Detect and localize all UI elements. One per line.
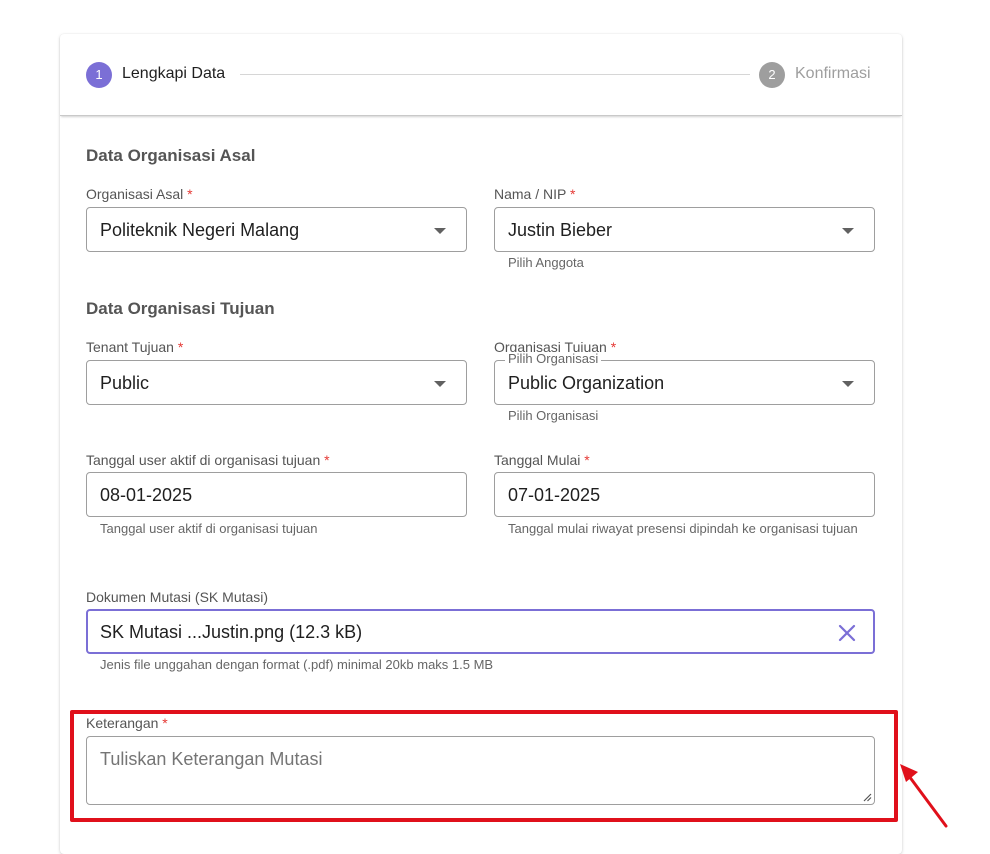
tenant-tujuan-select[interactable]: Public bbox=[86, 360, 467, 405]
origin-section-title: Data Organisasi Asal bbox=[86, 146, 256, 165]
keterangan-label: Keterangan * bbox=[86, 714, 168, 732]
chevron-down-icon[interactable] bbox=[434, 228, 446, 234]
tenant-tujuan-label-text: Tenant Tujuan bbox=[86, 339, 174, 355]
resize-grip-icon[interactable] bbox=[862, 792, 872, 802]
tanggal-mulai-label: Tanggal Mulai * bbox=[494, 451, 590, 469]
nama-nip-hint: Pilih Anggota bbox=[508, 255, 584, 270]
dokumen-hint: Jenis file unggahan dengan format (.pdf)… bbox=[100, 657, 494, 672]
organisasi-tujuan-hint: Pilih Organisasi bbox=[508, 408, 599, 423]
tanggal-aktif-label: Tanggal user aktif di organisasi tujuan … bbox=[86, 451, 330, 469]
tanggal-mulai-value: 07-01-2025 bbox=[508, 485, 601, 505]
stepper-connector bbox=[240, 74, 750, 75]
required-mark: * bbox=[570, 186, 576, 202]
tanggal-mulai-hint: Tanggal mulai riwayat presensi dipindah … bbox=[508, 521, 858, 536]
step-2-label[interactable]: Konfirmasi bbox=[795, 64, 871, 84]
annotation-arrow-icon bbox=[900, 764, 948, 828]
tanggal-aktif-hint: Tanggal user aktif di organisasi tujuan bbox=[100, 521, 318, 536]
close-icon[interactable] bbox=[837, 623, 857, 643]
organisasi-tujuan-value: Public Organization bbox=[508, 373, 665, 393]
tenant-tujuan-label: Tenant Tujuan * bbox=[86, 338, 183, 356]
nama-nip-label: Nama / NIP * bbox=[494, 185, 575, 203]
tanggal-mulai-label-text: Tanggal Mulai bbox=[494, 452, 581, 468]
keterangan-placeholder: Tuliskan Keterangan Mutasi bbox=[100, 749, 323, 769]
mutation-form-card: 1 Lengkapi Data 2 Konfirmasi Data Organi… bbox=[60, 34, 902, 854]
required-mark: * bbox=[610, 339, 617, 355]
step-2-circle[interactable]: 2 bbox=[759, 62, 785, 88]
tanggal-aktif-input[interactable]: 08-01-2025 bbox=[86, 472, 467, 517]
organisasi-tujuan-select[interactable]: Pilih Organisasi Public Organization bbox=[494, 352, 875, 405]
keterangan-textarea[interactable]: Tuliskan Keterangan Mutasi bbox=[86, 736, 875, 805]
organisasi-asal-value: Politeknik Negeri Malang bbox=[100, 220, 300, 240]
nama-nip-label-text: Nama / NIP bbox=[494, 186, 567, 202]
required-mark: * bbox=[187, 186, 193, 202]
dokumen-label: Dokumen Mutasi (SK Mutasi) bbox=[86, 589, 269, 605]
organisasi-asal-label: Organisasi Asal * bbox=[86, 185, 193, 203]
step-2-number: 2 bbox=[768, 67, 776, 82]
required-mark: * bbox=[584, 452, 590, 468]
tanggal-aktif-label-text: Tanggal user aktif di organisasi tujuan bbox=[86, 452, 321, 468]
step-1-label[interactable]: Lengkapi Data bbox=[122, 64, 225, 84]
nama-nip-value: Justin Bieber bbox=[508, 220, 613, 240]
dokumen-value: SK Mutasi ...Justin.png (12.3 kB) bbox=[100, 622, 363, 642]
chevron-down-icon[interactable] bbox=[842, 381, 854, 387]
tenant-tujuan-value: Public bbox=[100, 373, 150, 393]
step-1-number: 1 bbox=[95, 67, 103, 82]
chevron-down-icon[interactable] bbox=[434, 381, 446, 387]
dokumen-file-input[interactable]: SK Mutasi ...Justin.png (12.3 kB) bbox=[86, 609, 875, 654]
required-mark: * bbox=[177, 339, 184, 355]
target-section-title: Data Organisasi Tujuan bbox=[86, 299, 275, 318]
step-1-circle[interactable]: 1 bbox=[86, 62, 112, 88]
stepper: 1 Lengkapi Data 2 Konfirmasi bbox=[60, 34, 902, 116]
keterangan-label-text: Keterangan bbox=[86, 715, 159, 731]
chevron-down-icon[interactable] bbox=[842, 228, 854, 234]
required-mark: * bbox=[162, 715, 168, 731]
organisasi-tujuan-floating-label: Pilih Organisasi bbox=[505, 352, 602, 366]
required-mark: * bbox=[324, 452, 330, 468]
nama-nip-select[interactable]: Justin Bieber bbox=[494, 207, 875, 252]
organisasi-asal-select[interactable]: Politeknik Negeri Malang bbox=[86, 207, 467, 252]
tanggal-aktif-value: 08-01-2025 bbox=[100, 485, 193, 505]
tanggal-mulai-input[interactable]: 07-01-2025 bbox=[494, 472, 875, 517]
organisasi-asal-label-text: Organisasi Asal bbox=[86, 186, 184, 202]
